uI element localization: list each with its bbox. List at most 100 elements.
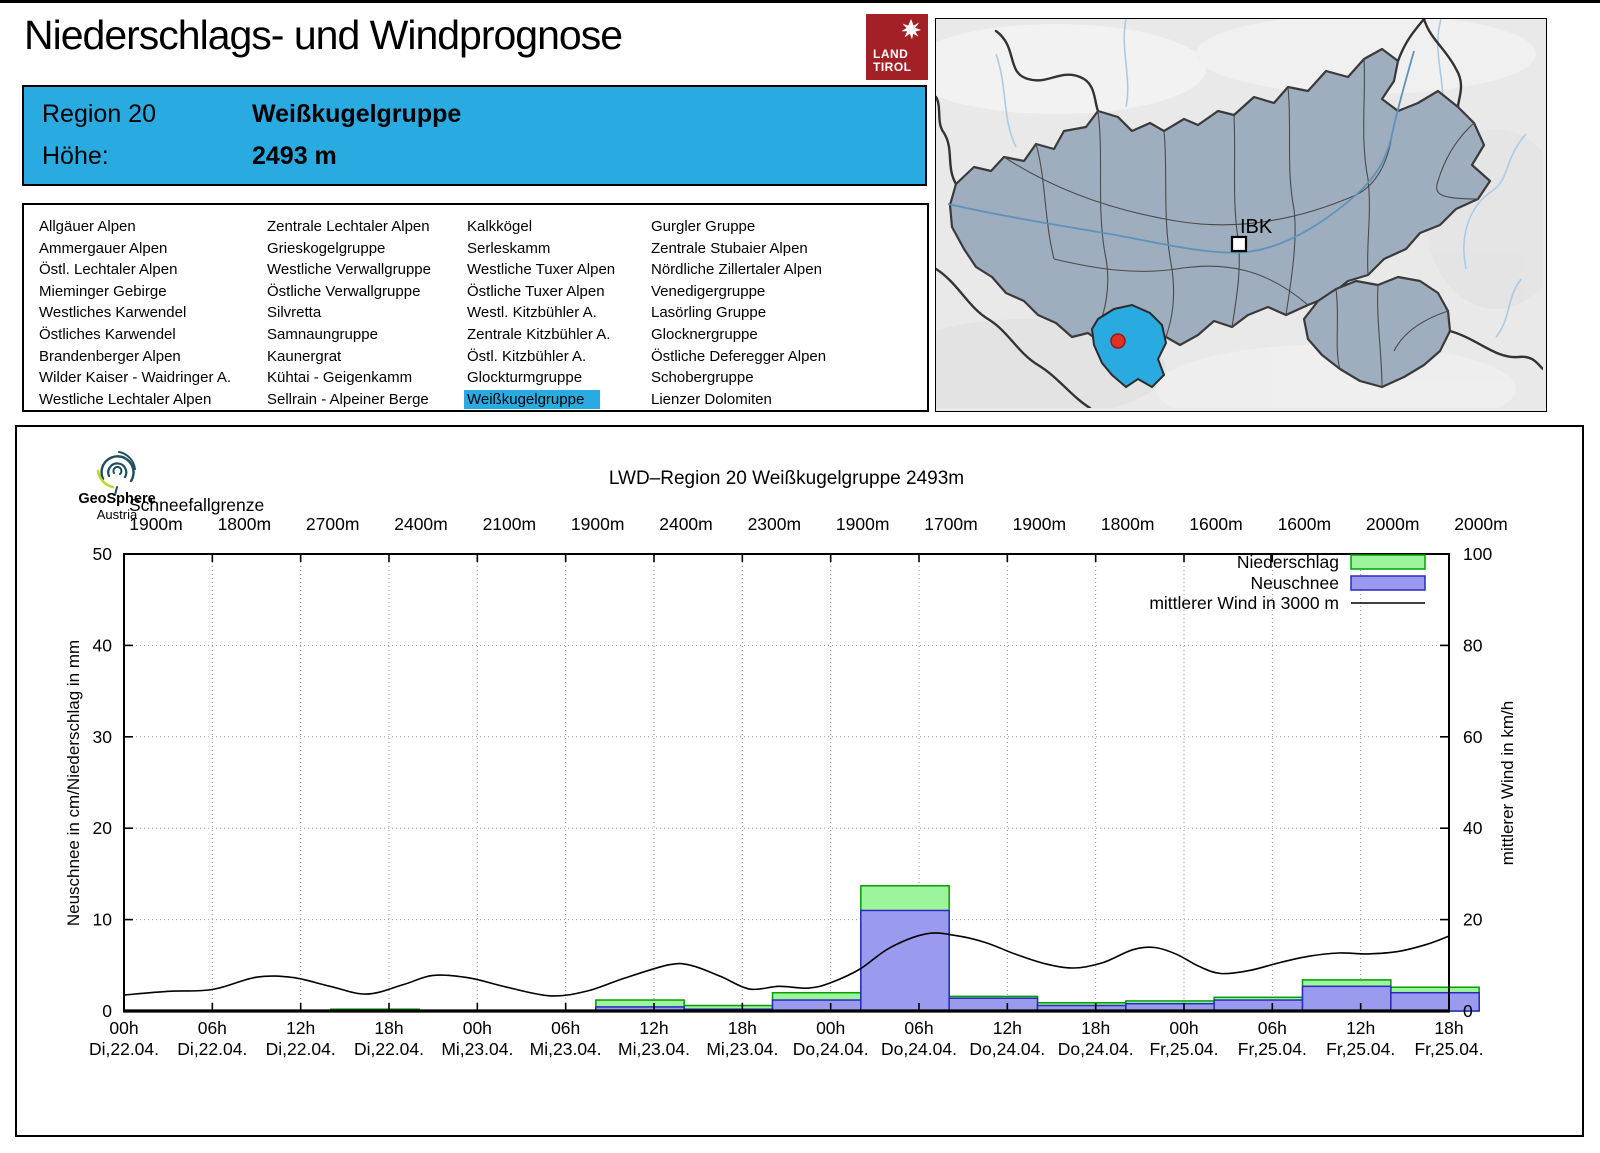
region-list-item[interactable]: Zentrale Stubaier Alpen (648, 238, 829, 260)
region-list-item[interactable]: Weißkugelgruppe (464, 389, 618, 411)
region-list-item[interactable]: Schobergruppe (648, 367, 829, 389)
region-number-label: Region 20 (42, 100, 156, 128)
region-list-item[interactable]: Wilder Kaiser - Waidringer A. (36, 367, 234, 389)
altitude-value: 2493 m (252, 142, 337, 170)
region-list-item[interactable]: Westl. Kitzbühler A. (464, 302, 618, 324)
region-list-item[interactable]: Westliche Verwallgruppe (264, 259, 434, 281)
region-list-item-label: Östliche Verwallgruppe (267, 282, 421, 300)
region-list-item[interactable]: Östliches Karwendel (36, 324, 234, 346)
region-list-item[interactable]: Gurgler Gruppe (648, 216, 829, 238)
region-list-item-label: Ammergauer Alpen (39, 239, 168, 257)
region-list-item[interactable]: Lasörling Gruppe (648, 302, 829, 324)
region-list-item[interactable]: Mieminger Gebirge (36, 281, 234, 303)
region-list-item-label: Grieskogelgruppe (267, 239, 386, 257)
region-list-item-label: Schobergruppe (651, 369, 754, 387)
bar-neuschnee (1213, 999, 1304, 1012)
wind-line (123, 932, 1450, 997)
snowline-value: 1900m (1013, 514, 1067, 534)
region-list-item-label: Allgäuer Alpen (39, 218, 136, 235)
x-axis-time-label: 18h (1434, 1018, 1463, 1038)
forecast-chart: LWD–Region 20 Weißkugelgruppe 2493mSchne… (64, 468, 1517, 1059)
region-list-item-label: Gurgler Gruppe (651, 218, 756, 235)
snowline-value: 2300m (748, 514, 802, 534)
region-list-item[interactable]: Silvretta (264, 302, 434, 324)
region-list-item[interactable]: Samnaungruppe (264, 324, 434, 346)
legend-swatch (1350, 575, 1426, 591)
forecast-chart-panel: GeoSphere Austria LWD–Region 20 Weißkuge… (15, 425, 1584, 1137)
y-axis-left-title: Neuschnee in cm/Niederschlag in mm (64, 640, 83, 926)
tirol-overview-map[interactable]: IBK (935, 18, 1547, 412)
snowline-value: 2400m (394, 514, 448, 534)
bar-neuschnee (771, 999, 862, 1012)
x-axis-time-label: 00h (109, 1018, 138, 1038)
x-axis-date-label: Mi,23.04. (530, 1039, 602, 1059)
snowline-value: 2400m (659, 514, 713, 534)
x-axis-time-label: 00h (1169, 1018, 1198, 1038)
region-list-item-label: Kaunergrat (267, 347, 342, 365)
region-name-value: Weißkugelgruppe (252, 100, 462, 128)
region-list-column-2: Zentrale Lechtaler Alpen Grieskogelgruppe… (264, 216, 434, 410)
region-list-item-label: Westl. Kitzbühler A. (467, 304, 597, 322)
snowline-value: 2000m (1366, 514, 1420, 534)
x-axis-time-label: 00h (816, 1018, 845, 1038)
x-axis-time-label: 06h (198, 1018, 227, 1038)
region-list-item-label: Östl. Kitzbühler A. (467, 347, 587, 365)
snowline-value: 1900m (836, 514, 890, 534)
bar-neuschnee (860, 909, 950, 1012)
region-list-item[interactable]: Westliches Karwendel (36, 302, 234, 324)
region-list-item[interactable]: Östliche Tuxer Alpen (464, 281, 618, 303)
axis-ticks (123, 553, 1450, 1012)
region-list-item-label: Nördliche Zillertaler Alpen (651, 261, 822, 279)
y-axis-right-tick-label: 80 (1463, 635, 1483, 655)
y-axis-left-tick-label: 30 (93, 727, 113, 747)
region-list-item[interactable]: Kalkkögel (464, 216, 618, 238)
region-list-item-label: Lienzer Dolomiten (651, 390, 772, 408)
region-list-item[interactable]: Zentrale Kitzbühler A. (464, 324, 618, 346)
chart-title: LWD–Region 20 Weißkugelgruppe 2493m (609, 468, 964, 489)
region-list-item[interactable]: Lienzer Dolomiten (648, 389, 829, 411)
region-list-item-label: Sellrain - Alpeiner Berge (267, 390, 429, 408)
geosphere-logo-line2: Austria (97, 507, 138, 522)
region-list-item[interactable]: Glocknergruppe (648, 324, 829, 346)
x-axis-date-label: Mi,23.04. (706, 1039, 778, 1059)
x-axis-date-label: Di,22.04. (177, 1039, 247, 1059)
y-axis-right-tick-label: 40 (1463, 818, 1483, 838)
region-list-item-label: Westliche Lechtaler Alpen (39, 390, 212, 408)
x-axis-date-label: Fr,25.04. (1238, 1039, 1307, 1059)
region-list-item[interactable]: Östliche Deferegger Alpen (648, 346, 829, 368)
x-axis-date-label: Fr,25.04. (1414, 1039, 1483, 1059)
station-red-dot (1110, 333, 1126, 349)
region-list-item[interactable]: Östl. Kitzbühler A. (464, 346, 618, 368)
ibk-marker (1230, 235, 1248, 253)
region-list-item-label: Mieminger Gebirge (39, 282, 167, 300)
region-list-item-label: Wilder Kaiser - Waidringer A. (39, 369, 231, 387)
region-list-item[interactable]: Westliche Lechtaler Alpen (36, 389, 234, 411)
snowline-value: 2700m (306, 514, 360, 534)
y-axis-right-tick-label: 20 (1463, 910, 1483, 930)
y-axis-right-title: mittlerer Wind in km/h (1498, 701, 1517, 865)
region-list-item[interactable]: Ammergauer Alpen (36, 238, 234, 260)
region-list-item[interactable]: Zentrale Lechtaler Alpen (264, 216, 434, 238)
region-list-item[interactable]: Kühtai - Geigenkamm (264, 367, 434, 389)
region-header-box: Region 20 Weißkugelgruppe Höhe: 2493 m (22, 85, 927, 186)
legend-label: Neuschnee (1250, 573, 1339, 593)
region-list-item[interactable]: Allgäuer Alpen (36, 216, 234, 238)
region-list-item[interactable]: Grieskogelgruppe (264, 238, 434, 260)
region-list-item-label: Westliches Karwendel (39, 304, 187, 322)
region-list-item[interactable]: Brandenberger Alpen (36, 346, 234, 368)
region-list-item[interactable]: Serleskamm (464, 238, 618, 260)
region-list-item[interactable]: Glockturmgruppe (464, 367, 618, 389)
y-axis-right-tick-label: 100 (1463, 544, 1492, 564)
region-list-item-label: Zentrale Kitzbühler A. (467, 325, 611, 343)
region-list-item[interactable]: Nördliche Zillertaler Alpen (648, 259, 829, 281)
region-list-item[interactable]: Sellrain - Alpeiner Berge (264, 389, 434, 411)
region-list-item[interactable]: Westliche Tuxer Alpen (464, 259, 618, 281)
region-list-item[interactable]: Kaunergrat (264, 346, 434, 368)
page-top-border (0, 0, 1600, 3)
legend-label: Niederschlag (1237, 552, 1339, 572)
region-list-item[interactable]: Östliche Verwallgruppe (264, 281, 434, 303)
region-list-item[interactable]: Venedigergruppe (648, 281, 829, 303)
region-list-item-label: Brandenberger Alpen (39, 347, 181, 365)
region-list-item-label: Lasörling Gruppe (651, 304, 767, 322)
region-list-item[interactable]: Östl. Lechtaler Alpen (36, 259, 234, 281)
